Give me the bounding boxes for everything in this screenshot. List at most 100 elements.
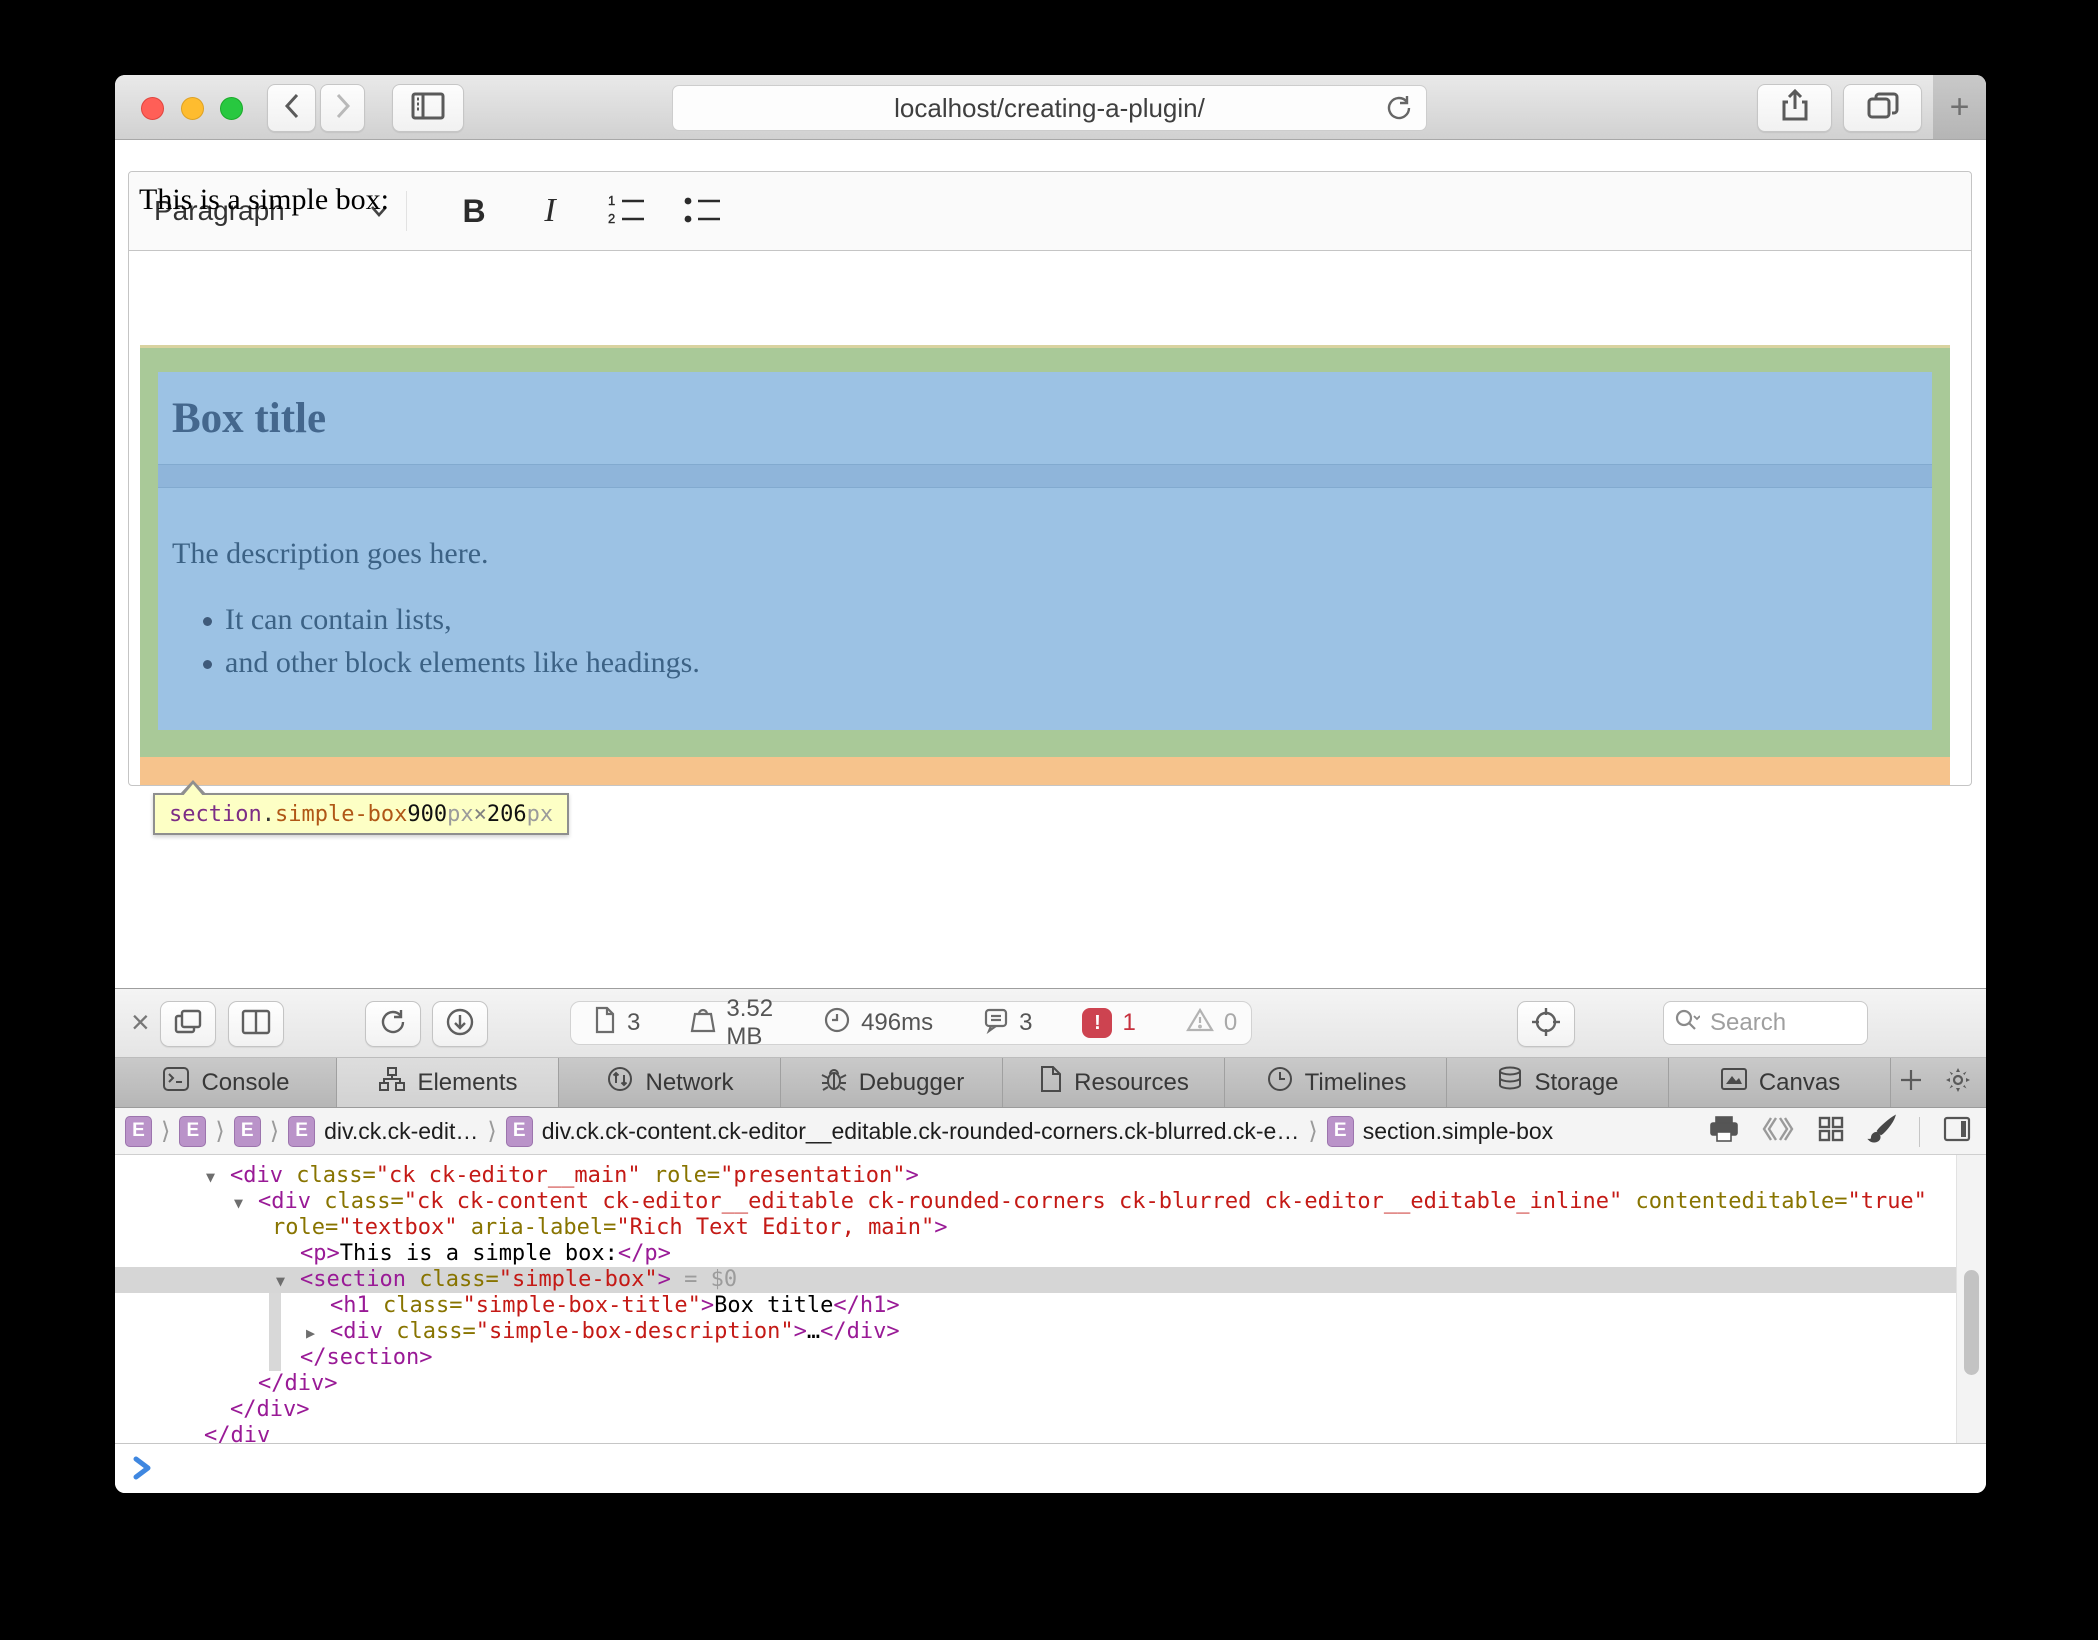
detach-devtools-button[interactable] (160, 1001, 216, 1047)
messages-count[interactable]: 3 (1019, 1009, 1032, 1037)
dom-tree-row[interactable]: </div (115, 1423, 1956, 1443)
breadcrumb: E ⟩ E ⟩ E ⟩ Ediv.ck.ck-edit… ⟩ Ediv.ck.ck-conten… (115, 1108, 1986, 1155)
debugger-icon (819, 1065, 849, 1100)
load-time[interactable]: 496ms (861, 1009, 933, 1037)
grid-layout-icon[interactable] (1817, 1115, 1845, 1149)
dom-tree-row[interactable]: </div> (115, 1397, 1956, 1423)
devtools-close-button[interactable]: × (131, 1003, 150, 1041)
dom-tree-row[interactable]: ▼<section class="simple-box"> = $0 (115, 1267, 1956, 1293)
network-icon (605, 1065, 635, 1100)
tab-resources[interactable]: Resources (1003, 1058, 1225, 1107)
chevron-separator-icon: ⟩ (487, 1117, 496, 1145)
resource-weight-icon (690, 1006, 716, 1041)
breadcrumb-item[interactable]: E (179, 1116, 206, 1147)
disclosure-open-icon[interactable]: ▼ (234, 1190, 243, 1216)
warning-icon (1186, 1007, 1214, 1040)
dock-side-button[interactable] (228, 1001, 284, 1047)
source-code-icon[interactable] (1761, 1115, 1795, 1149)
tab-label: Elements (417, 1069, 517, 1097)
console-prompt[interactable] (115, 1443, 1986, 1493)
bold-button[interactable]: B (451, 188, 497, 234)
console-icon (161, 1065, 191, 1100)
sidebar-toggle-button[interactable] (392, 84, 464, 132)
address-bar[interactable]: localhost/creating-a-plugin/ (672, 85, 1427, 131)
new-tab-button[interactable]: + (1933, 75, 1986, 139)
styles-paintbrush-icon[interactable] (1867, 1114, 1897, 1150)
split-panel-icon (240, 1008, 272, 1041)
tab-canvas[interactable]: Canvas (1669, 1058, 1891, 1107)
element-badge: E (125, 1116, 152, 1147)
print-icon[interactable] (1709, 1115, 1739, 1149)
italic-button[interactable]: I (527, 188, 573, 234)
tab-elements[interactable]: Elements (337, 1058, 559, 1107)
minimize-window-button[interactable] (181, 97, 204, 120)
box-description[interactable]: The description goes here. (172, 537, 489, 571)
forward-button[interactable] (320, 84, 365, 132)
tab-label: Debugger (859, 1069, 964, 1097)
gear-icon[interactable] (1944, 1066, 1972, 1099)
dom-tree-row[interactable]: ▼<div class="ck ck-content ck-editor__ed… (115, 1189, 1956, 1215)
share-icon (1780, 89, 1810, 128)
tab-network[interactable]: Network (559, 1058, 781, 1107)
transfer-size[interactable]: 3.52 MB (726, 995, 773, 1051)
tab-overview-button[interactable] (1843, 84, 1922, 132)
dom-tree-row[interactable]: </div> (115, 1371, 1956, 1397)
toolbar-divider (406, 191, 407, 231)
breadcrumb-item[interactable]: Ediv.ck.ck-content.ck-editor__editable.c… (506, 1116, 1300, 1147)
editor-paragraph[interactable]: This is a simple box: (139, 183, 389, 217)
disclosure-closed-icon[interactable]: ▶ (306, 1320, 315, 1346)
dom-tree-row[interactable]: ▼<div class="ck ck-editor__main" role="p… (115, 1163, 1956, 1189)
dom-tree-row[interactable]: <h1 class="simple-box-title">Box title</… (115, 1293, 1956, 1319)
add-tab-icon[interactable] (1898, 1067, 1924, 1098)
dom-scrollbar[interactable] (1956, 1155, 1986, 1443)
timelines-icon (1265, 1065, 1295, 1100)
tab-timelines[interactable]: Timelines (1225, 1058, 1447, 1107)
dom-tree-row[interactable]: role="textbox" aria-label="Rich Text Edi… (115, 1215, 1956, 1241)
devtools-toolbar: × 3 (115, 988, 1986, 1058)
console-messages-icon (983, 1006, 1009, 1041)
inspector-tooltip: section.simple-box 900px × 206px (153, 793, 569, 835)
breadcrumb-label: div.ck.ck-content.ck-editor__editable.ck… (542, 1118, 1300, 1145)
tab-console[interactable]: Console (115, 1058, 337, 1107)
devtools-reload-button[interactable] (365, 1001, 421, 1047)
back-button[interactable] (267, 84, 316, 132)
search-input[interactable] (1708, 1008, 1842, 1038)
numbered-list-button[interactable]: 1 2 (603, 188, 649, 234)
disclosure-open-icon[interactable]: ▼ (206, 1164, 215, 1190)
dom-scrollbar-thumb[interactable] (1964, 1270, 1979, 1375)
search-icon (1674, 1008, 1700, 1039)
warnings-count[interactable]: 0 (1224, 1009, 1237, 1037)
breadcrumb-item[interactable]: E (234, 1116, 261, 1147)
element-picker-button[interactable] (1517, 1001, 1575, 1047)
dom-tree-row[interactable]: ▶<div class="simple-box-description">…</… (115, 1319, 1956, 1345)
bulleted-list-button[interactable] (679, 188, 725, 234)
list-item[interactable]: and other block elements like headings. (225, 646, 700, 680)
tab-storage[interactable]: Storage (1447, 1058, 1669, 1107)
reload-icon[interactable] (1384, 93, 1414, 130)
documents-count[interactable]: 3 (627, 1009, 640, 1037)
element-badge: E (1327, 1116, 1354, 1147)
breadcrumb-item[interactable]: E (125, 1116, 152, 1147)
share-button[interactable] (1757, 84, 1832, 132)
breadcrumb-item[interactable]: Ediv.ck.ck-edit… (288, 1116, 478, 1147)
element-badge: E (179, 1116, 206, 1147)
breadcrumb-label: section.simple-box (1363, 1118, 1553, 1145)
breadcrumb-item[interactable]: Esection.simple-box (1327, 1116, 1553, 1147)
chevron-separator-icon: ⟩ (270, 1117, 279, 1145)
dom-tree-row[interactable]: <p>This is a simple box:</p> (115, 1241, 1956, 1267)
dom-tree-row[interactable]: </section> (115, 1345, 1956, 1371)
list-item[interactable]: It can contain lists, (225, 603, 700, 637)
chevron-separator-icon: ⟩ (161, 1117, 170, 1145)
tab-debugger[interactable]: Debugger (781, 1058, 1003, 1107)
inspector-margin-highlight (140, 757, 1950, 785)
close-window-button[interactable] (141, 97, 164, 120)
download-button[interactable] (432, 1001, 488, 1047)
box-title[interactable]: Box title (172, 394, 326, 443)
devtools-search[interactable] (1663, 1001, 1868, 1045)
zoom-window-button[interactable] (220, 97, 243, 120)
chevron-separator-icon: ⟩ (1308, 1117, 1317, 1145)
errors-count[interactable]: 1 (1122, 1009, 1135, 1037)
safari-window: localhost/creating-a-plugin/ + Paragrap (115, 75, 1986, 1493)
disclosure-open-icon[interactable]: ▼ (276, 1268, 285, 1294)
details-sidebar-icon[interactable] (1942, 1115, 1972, 1149)
